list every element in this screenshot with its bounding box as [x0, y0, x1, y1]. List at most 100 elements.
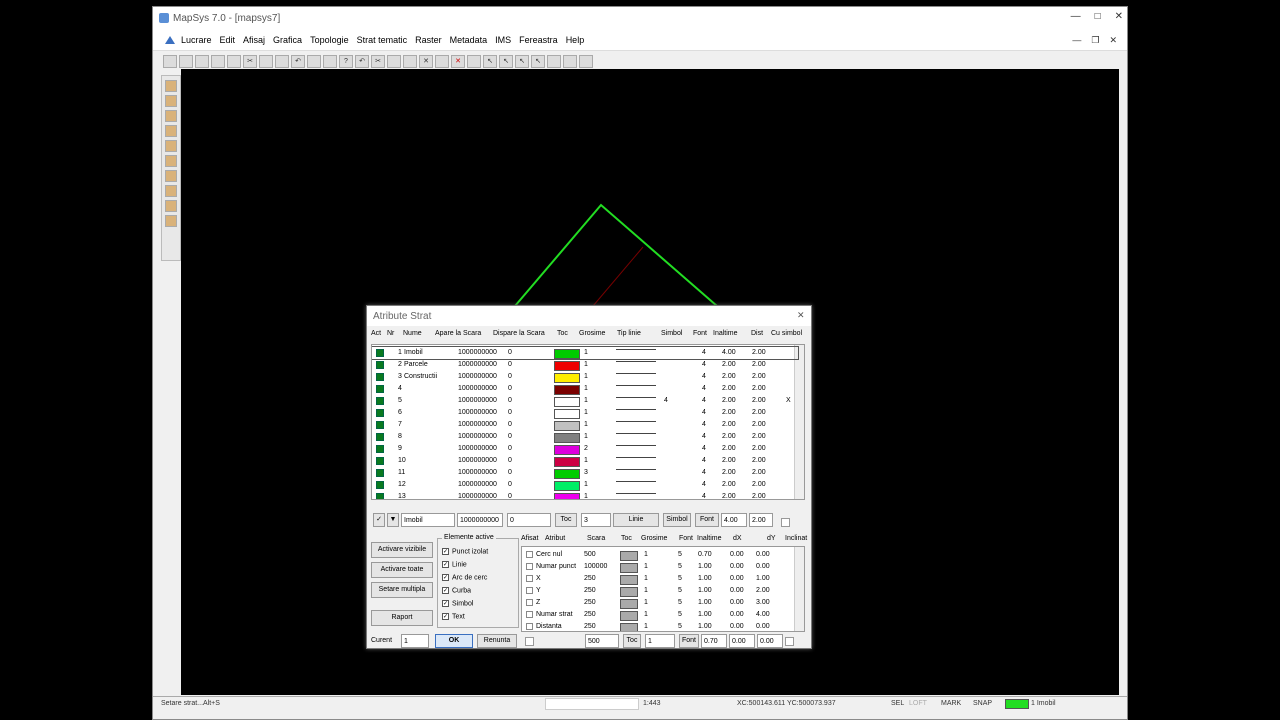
save-icon[interactable] — [195, 54, 209, 68]
checkbox-icon[interactable]: ✓ — [442, 613, 449, 620]
activare-toate-button[interactable]: Activare toate — [371, 562, 433, 578]
attribute-row[interactable]: Distanta 250 1 5 1.00 0.00 0.00 — [522, 621, 798, 631]
tool-5-icon[interactable] — [165, 140, 177, 152]
afisat-checkbox[interactable] — [526, 575, 533, 582]
attribute-grid[interactable]: Cerc nul 500 1 5 0.70 0.00 0.00 Numar punct 1000… — [521, 546, 805, 632]
edit-nr-dropdown[interactable]: ▼ — [387, 513, 399, 527]
layer-row[interactable]: 10 1000000000 0 1 4 2.00 2.00 — [372, 455, 798, 467]
afisat-checkbox[interactable] — [525, 637, 534, 646]
active-marker[interactable] — [376, 373, 384, 381]
active-marker[interactable] — [376, 457, 384, 465]
active-marker[interactable] — [376, 469, 384, 477]
layer-row[interactable]: 13 1000000000 0 1 4 2.00 2.00 — [372, 491, 798, 499]
layer-color-swatch[interactable] — [554, 361, 580, 371]
check-punct-izolat[interactable]: ✓ Punct izolat — [442, 548, 488, 555]
attribute-row[interactable]: Numar strat 250 1 5 1.00 0.00 4.00 — [522, 609, 798, 621]
afisat-checkbox[interactable] — [526, 599, 533, 606]
layer-row[interactable]: 5 1000000000 0 1 4 4 2.00 2.00 X — [372, 395, 798, 407]
copy-icon[interactable] — [259, 54, 273, 68]
menu-topologie[interactable]: Topologie — [310, 35, 349, 45]
tool-7-icon[interactable] — [165, 170, 177, 182]
help-pointer-icon[interactable]: ? — [339, 54, 353, 68]
cut-icon[interactable]: ✂ — [243, 54, 257, 68]
layers-icon[interactable] — [579, 54, 593, 68]
afisat-checkbox[interactable] — [526, 551, 533, 558]
edit-dist-field[interactable]: 2.00 — [749, 513, 773, 527]
minimize-button[interactable]: — — [1071, 11, 1081, 22]
attr-color-swatch[interactable] — [620, 551, 638, 561]
status-snap[interactable]: SNAP — [973, 700, 992, 707]
attr-color-swatch[interactable] — [620, 611, 638, 621]
layer-color-swatch[interactable] — [554, 469, 580, 479]
edit-act-checkbox[interactable]: ✓ — [373, 513, 385, 527]
child-restore-button[interactable]: ❐ — [1091, 35, 1099, 46]
toc-button[interactable]: Toc — [555, 513, 577, 527]
dialog-close-icon[interactable]: ✕ — [797, 310, 807, 320]
layer-row[interactable]: 7 1000000000 0 1 4 2.00 2.00 — [372, 419, 798, 431]
paste-icon[interactable] — [275, 54, 289, 68]
tool-1-icon[interactable] — [165, 80, 177, 92]
print-preview-icon[interactable] — [227, 54, 241, 68]
menu-ims[interactable]: IMS — [495, 35, 511, 45]
attribute-row[interactable]: Y 250 1 5 1.00 0.00 2.00 — [522, 585, 798, 597]
status-sel[interactable]: SEL — [891, 700, 904, 707]
folder-icon[interactable] — [323, 54, 337, 68]
tool-10-icon[interactable] — [165, 215, 177, 227]
attr-color-swatch[interactable] — [620, 623, 638, 631]
select-plus-icon[interactable]: ↖ — [499, 54, 513, 68]
edit-grosime-field[interactable]: 3 — [581, 513, 611, 527]
font2-button[interactable]: Font — [679, 634, 699, 648]
select-arrow-icon[interactable]: ↖ — [483, 54, 497, 68]
menu-help[interactable]: Help — [566, 35, 585, 45]
status-mark[interactable]: MARK — [941, 700, 961, 707]
menu-fereastra[interactable]: Fereastra — [519, 35, 558, 45]
active-marker[interactable] — [376, 421, 384, 429]
active-marker[interactable] — [376, 397, 384, 405]
menu-lucrare[interactable]: Lucrare — [181, 35, 212, 45]
select-minus-icon[interactable]: ↖ — [515, 54, 529, 68]
lock-icon[interactable] — [563, 54, 577, 68]
edit-apare-field[interactable]: 1000000000 — [457, 513, 503, 527]
simbol-button[interactable]: Simbol — [663, 513, 691, 527]
linie-button[interactable]: Linie — [613, 513, 659, 527]
layer-row[interactable]: 11 1000000000 0 3 4 2.00 2.00 — [372, 467, 798, 479]
active-marker[interactable] — [376, 445, 384, 453]
setare-multipla-button[interactable]: Setare multipla — [371, 582, 433, 598]
active-marker[interactable] — [376, 493, 384, 499]
eraser-icon[interactable] — [435, 54, 449, 68]
checkbox-icon[interactable]: ✓ — [442, 561, 449, 568]
open-folder-icon[interactable] — [307, 54, 321, 68]
edit-inaltime-field[interactable]: 4.00 — [721, 513, 747, 527]
active-marker[interactable] — [376, 409, 384, 417]
layer-color-swatch[interactable] — [554, 385, 580, 395]
child-minimize-button[interactable]: — — [1072, 35, 1081, 46]
renunta-button[interactable]: Renunta — [477, 634, 517, 648]
layer-color-swatch[interactable] — [554, 493, 580, 499]
layer-color-swatch[interactable] — [554, 421, 580, 431]
undo2-icon[interactable]: ↶ — [355, 54, 369, 68]
menu-afisaj[interactable]: Afisaj — [243, 35, 265, 45]
menu-grafica[interactable]: Grafica — [273, 35, 302, 45]
inclinat-checkbox[interactable] — [785, 637, 794, 646]
close-button[interactable]: ✕ — [1115, 11, 1123, 22]
pencil-icon[interactable] — [467, 54, 481, 68]
open-file-icon[interactable] — [179, 54, 193, 68]
active-marker[interactable] — [376, 385, 384, 393]
cut2-icon[interactable]: ✂ — [371, 54, 385, 68]
status-loft[interactable]: LOFT — [909, 700, 927, 707]
grid-icon[interactable] — [547, 54, 561, 68]
tool-2-icon[interactable] — [165, 95, 177, 107]
new-file-icon[interactable] — [163, 54, 177, 68]
attribute-row[interactable]: Cerc nul 500 1 5 0.70 0.00 0.00 — [522, 549, 798, 561]
edit-cusimbol-checkbox[interactable] — [781, 518, 790, 527]
afisat-checkbox[interactable] — [526, 587, 533, 594]
raport-button[interactable]: Raport — [371, 610, 433, 626]
layer-color-swatch[interactable] — [554, 481, 580, 491]
checkbox-icon[interactable]: ✓ — [442, 587, 449, 594]
check-curba[interactable]: ✓ Curba — [442, 587, 471, 594]
layer-row[interactable]: 12 1000000000 0 1 4 2.00 2.00 — [372, 479, 798, 491]
font-button[interactable]: Font — [695, 513, 719, 527]
menu-metadata[interactable]: Metadata — [450, 35, 488, 45]
active-marker[interactable] — [376, 433, 384, 441]
attr-color-swatch[interactable] — [620, 575, 638, 585]
